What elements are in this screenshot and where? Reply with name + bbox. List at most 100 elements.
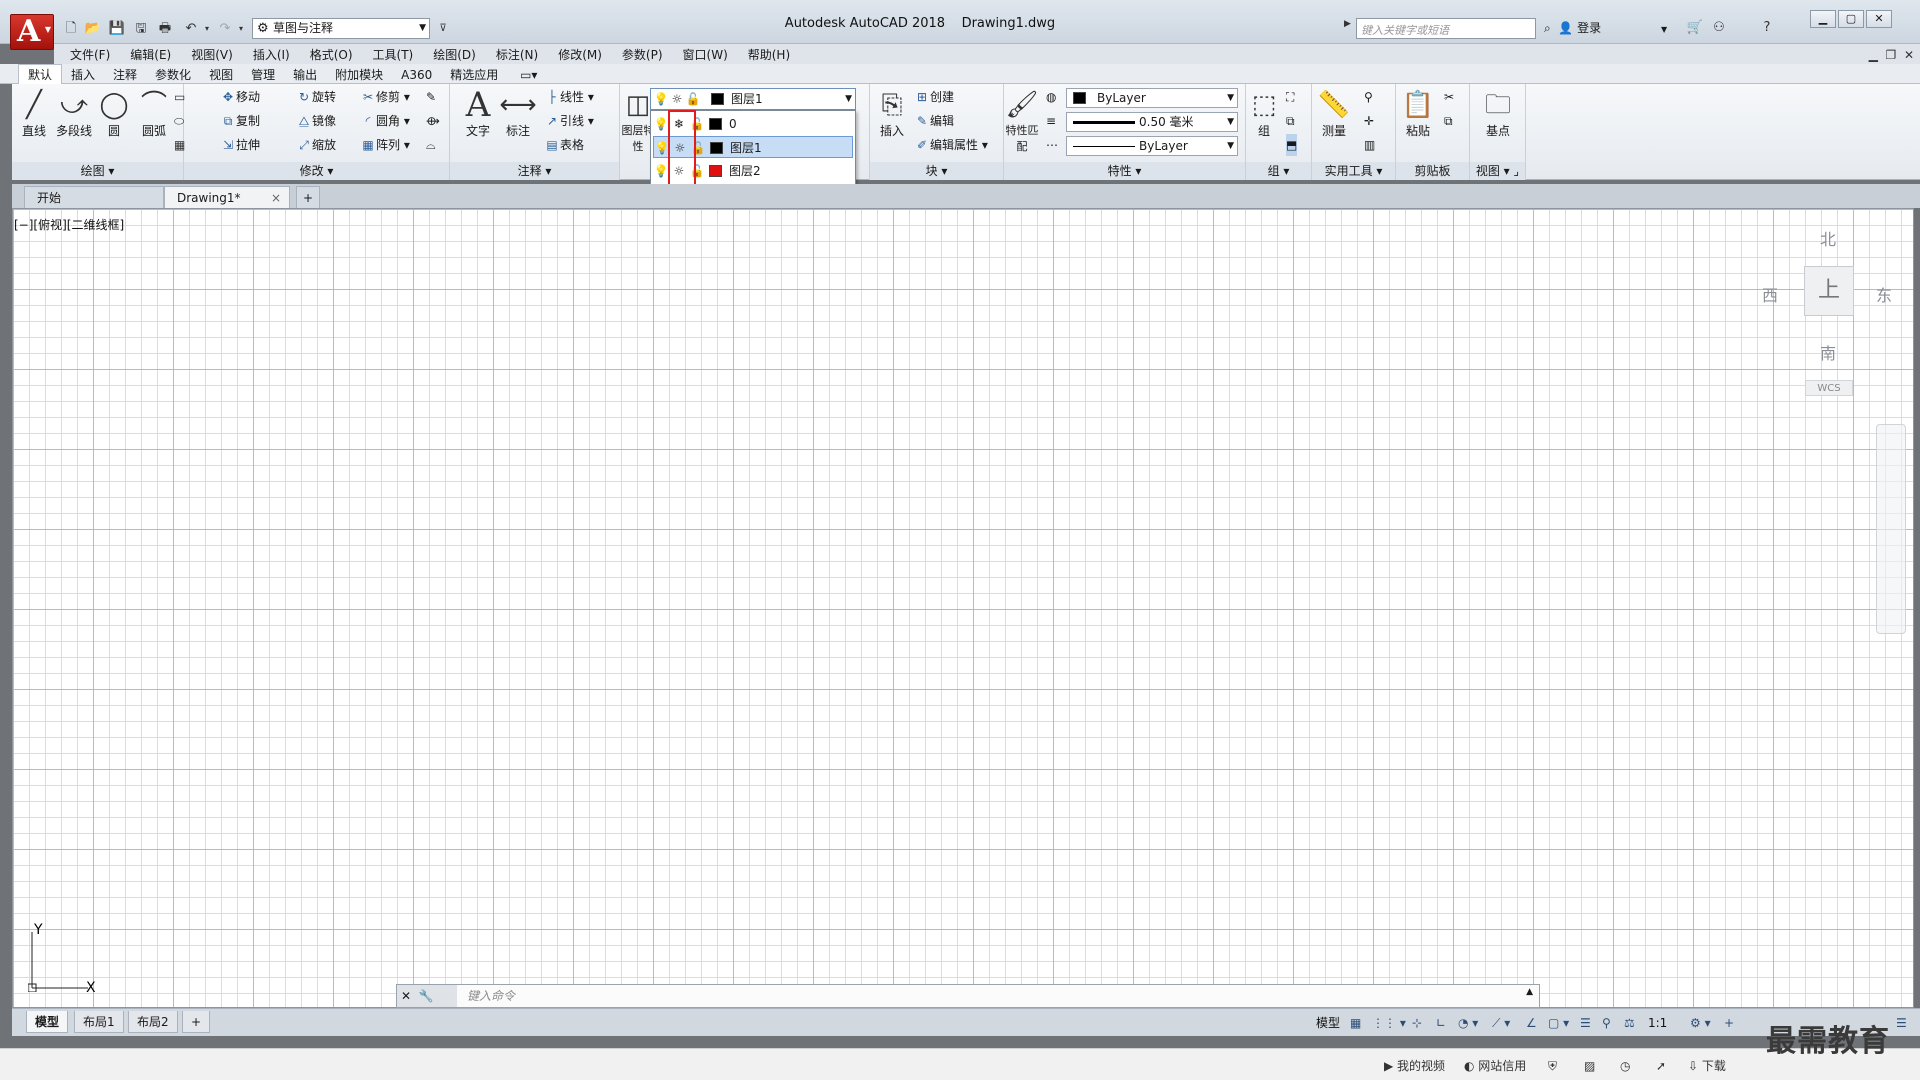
shield-icon[interactable]: ⛨: [1548, 1058, 1557, 1074]
mirror-tool[interactable]: ⧋ 镜像: [296, 110, 336, 132]
help-icon[interactable]: ?: [1756, 18, 1778, 38]
open-folder-icon[interactable]: 📂: [82, 19, 104, 39]
my-videos-link[interactable]: ▶ 我的视频: [1384, 1058, 1445, 1074]
ellipse-icon[interactable]: ⬭: [174, 110, 184, 132]
site-credit-link[interactable]: ◐ 网站信用: [1464, 1058, 1526, 1074]
tab-parametric[interactable]: 参数化: [146, 65, 200, 85]
group-tool[interactable]: ⬚ 组: [1246, 88, 1282, 139]
properties-panel-title[interactable]: 特性 ▾: [1004, 162, 1245, 180]
polar-icon[interactable]: ◔ ▾: [1458, 1014, 1478, 1032]
close-button[interactable]: ✕: [1866, 10, 1892, 28]
viewcube-top-face[interactable]: 上: [1804, 266, 1854, 316]
paste-tool[interactable]: 📋 粘贴: [1398, 88, 1438, 139]
annotation-scale-value[interactable]: 1:1: [1648, 1014, 1667, 1032]
add-layout-button[interactable]: +: [182, 1011, 211, 1033]
binoculars-icon[interactable]: ⌕: [1544, 21, 1551, 35]
save-icon[interactable]: 💾: [106, 19, 128, 39]
doc-close-icon[interactable]: ✕: [1904, 48, 1914, 62]
base-point-tool[interactable]: 🗀 基点: [1478, 88, 1518, 139]
calculator-icon[interactable]: ▥: [1364, 134, 1375, 156]
menu-format[interactable]: 格式(O): [300, 44, 363, 66]
lineweight-icon[interactable]: ≡: [1046, 110, 1056, 132]
ortho-icon[interactable]: ∟: [1436, 1014, 1446, 1032]
layer-select[interactable]: 💡 ☼ 🔓 图层1 ▼: [650, 88, 856, 110]
object-snap-icon[interactable]: ▢ ▾: [1548, 1014, 1569, 1032]
color-select[interactable]: ByLayer ▼: [1066, 88, 1238, 108]
trim-tool[interactable]: ✂ 修剪 ▾: [360, 86, 410, 108]
cut-icon[interactable]: ✂: [1444, 86, 1454, 108]
search-input[interactable]: 键入关键字或短语: [1356, 18, 1536, 39]
tab-manage[interactable]: 管理: [242, 65, 284, 85]
signin-label[interactable]: 登录: [1577, 21, 1601, 35]
a360-icon[interactable]: ⚇: [1708, 18, 1730, 38]
drawing-canvas[interactable]: [12, 208, 1914, 1008]
create-block-tool[interactable]: ⊞ 创建: [914, 86, 954, 108]
isodraft-icon[interactable]: ⟋ ▾: [1492, 1014, 1510, 1032]
lineweight-select[interactable]: 0.50 毫米 ▼: [1066, 112, 1238, 132]
copy-tool[interactable]: ⧉ 复制: [220, 110, 260, 132]
tab-output[interactable]: 输出: [284, 65, 326, 85]
viewcube-north[interactable]: 北: [1820, 226, 1836, 250]
menu-edit[interactable]: 编辑(E): [120, 44, 181, 66]
image-icon[interactable]: ▨: [1584, 1058, 1595, 1074]
measure-tool[interactable]: 📏 测量: [1314, 88, 1354, 139]
dynamic-input-icon[interactable]: ⊹: [1412, 1014, 1422, 1032]
clock-icon[interactable]: ◷: [1620, 1058, 1630, 1074]
tab-model[interactable]: 模型: [26, 1011, 69, 1033]
layer-on-icon[interactable]: 💡: [653, 160, 669, 182]
explode-icon[interactable]: ⟴: [426, 110, 440, 132]
color-wheel-icon[interactable]: ◍: [1046, 86, 1056, 108]
move-tool[interactable]: ✥ 移动: [220, 86, 260, 108]
tab-insert[interactable]: 插入: [62, 65, 104, 85]
customize-status-icon[interactable]: ☰: [1896, 1014, 1907, 1032]
leader-tool[interactable]: ↗ 引线 ▾: [544, 110, 594, 132]
ungroup-icon[interactable]: ⛶: [1286, 86, 1294, 108]
rotate-tool[interactable]: ↻ 旋转: [296, 86, 336, 108]
menu-view[interactable]: 视图(V): [181, 44, 243, 66]
viewcube-west[interactable]: 西: [1762, 282, 1778, 306]
doc-minimize-icon[interactable]: ▁: [1869, 48, 1878, 62]
linetype-icon[interactable]: ⋯: [1046, 134, 1058, 156]
polyline-tool[interactable]: ⤻ 多段线: [54, 88, 94, 139]
minimize-button[interactable]: ▁: [1810, 10, 1836, 28]
command-line[interactable]: ✕ 🔧 ▭▾ 键入命令 ▲: [396, 984, 1540, 1025]
fillet-tool[interactable]: ◜ 圆角 ▾: [360, 110, 410, 132]
menu-modify[interactable]: 修改(M): [548, 44, 612, 66]
table-tool[interactable]: ▤ 表格: [544, 134, 584, 156]
object-snap-tracking-icon[interactable]: ∠: [1526, 1014, 1537, 1032]
group-panel-title[interactable]: 组 ▾: [1246, 162, 1311, 180]
tab-annotate[interactable]: 注释: [104, 65, 146, 85]
maximize-button[interactable]: ▢: [1838, 10, 1864, 28]
layer-on-icon[interactable]: 💡: [653, 113, 669, 135]
tab-layout2[interactable]: 布局2: [128, 1011, 178, 1033]
scale-tool[interactable]: ⤢ 缩放: [296, 134, 336, 156]
menu-help[interactable]: 帮助(H): [738, 44, 800, 66]
tab-home[interactable]: 默认: [18, 64, 63, 85]
new-file-icon[interactable]: 🗋: [60, 19, 82, 39]
workspace-select[interactable]: ⚙ 草图与注释 ▼: [252, 18, 430, 39]
chevron-right-icon[interactable]: ▶: [1344, 19, 1351, 29]
signin-area[interactable]: ⌕ 👤 登录 ▼: [1544, 18, 1704, 39]
circle-tool[interactable]: ◯ 圆: [94, 88, 134, 139]
group-select-icon[interactable]: ⬒: [1286, 134, 1298, 156]
viewcube-east[interactable]: 东: [1876, 282, 1892, 306]
lineweight-toggle-icon[interactable]: ☰: [1580, 1014, 1591, 1032]
doc-restore-icon[interactable]: ❐: [1886, 48, 1897, 62]
menu-parametric[interactable]: 参数(P): [612, 44, 673, 66]
annotation-visibility-icon[interactable]: ⚲: [1602, 1014, 1611, 1032]
text-tool[interactable]: A 文字: [458, 88, 498, 139]
quick-select-icon[interactable]: ⚲: [1364, 86, 1373, 108]
edit-block-tool[interactable]: ✎ 编辑: [914, 110, 954, 132]
linear-tool[interactable]: ├ 线性 ▾: [544, 86, 593, 108]
tab-start[interactable]: 开始: [24, 186, 164, 208]
rocket-icon[interactable]: ➚: [1656, 1058, 1666, 1074]
customize-toolbar-icon[interactable]: ⊽: [432, 19, 454, 39]
tab-drawing1[interactable]: Drawing1* ×: [164, 186, 290, 208]
wrench-icon[interactable]: 🔧: [419, 989, 434, 1003]
annotation-panel-title[interactable]: 注释 ▾: [450, 162, 619, 180]
utilities-panel-title[interactable]: 实用工具 ▾: [1312, 162, 1395, 180]
clipboard-panel-title[interactable]: 剪贴板: [1396, 162, 1469, 180]
grid-icon[interactable]: ▦: [1350, 1014, 1361, 1032]
chevron-up-icon[interactable]: ▲: [1526, 987, 1533, 997]
menu-dimension[interactable]: 标注(N): [486, 44, 548, 66]
